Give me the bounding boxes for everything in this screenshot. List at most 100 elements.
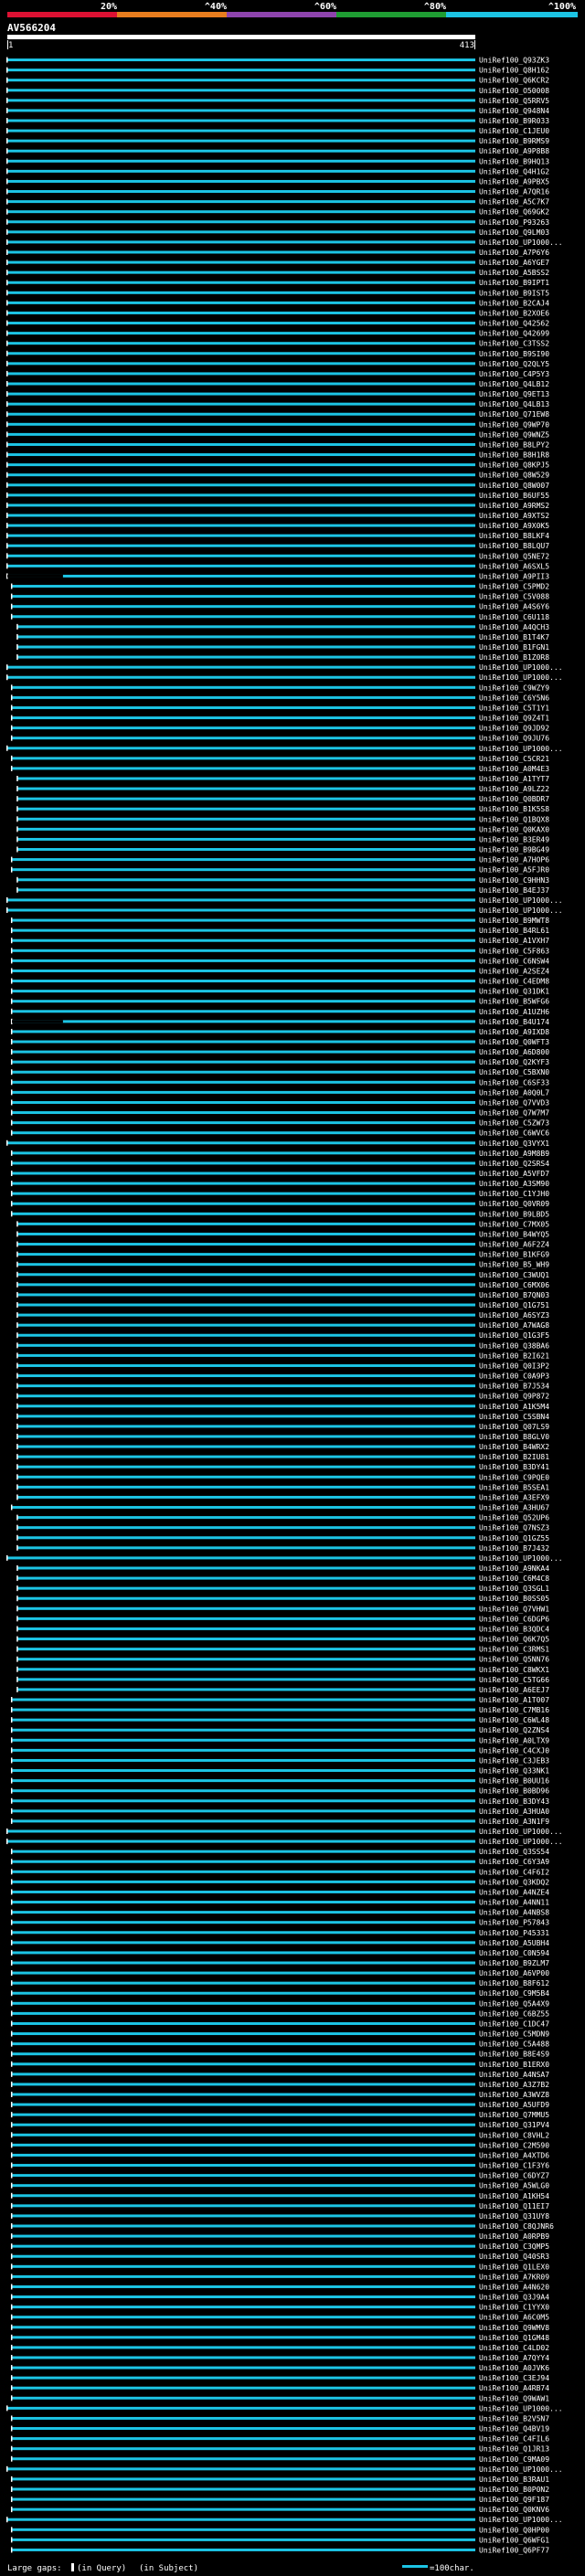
hit-bar[interactable]: [7, 1556, 475, 1560]
hit-row[interactable]: UniRef100_C3QMP5: [10, 2242, 549, 2251]
hit-label[interactable]: UniRef100_P57843: [479, 1919, 549, 1927]
hit-bar[interactable]: [17, 1495, 475, 1499]
hit-label[interactable]: UniRef100_A6YGE7: [479, 259, 549, 267]
hit-bar[interactable]: [11, 1880, 475, 1883]
hit-row[interactable]: UniRef100_Q3VYX1: [6, 1140, 549, 1148]
hit-bar[interactable]: [17, 625, 475, 629]
hit-label[interactable]: UniRef100_C8WKX1: [479, 1666, 549, 1674]
hit-row[interactable]: UniRef100_B0BD96: [10, 1787, 549, 1796]
hit-label[interactable]: UniRef100_C6WL48: [479, 1716, 549, 1724]
hit-row[interactable]: UniRef100_Q1G751: [16, 1301, 549, 1309]
hit-row[interactable]: UniRef100_A9RMS2: [6, 502, 549, 510]
hit-bar[interactable]: [7, 2467, 475, 2471]
hit-label[interactable]: UniRef100_B8F612: [479, 1979, 549, 1988]
hit-row[interactable]: UniRef100_Q07LS9: [16, 1423, 549, 1431]
hit-row[interactable]: UniRef100_B3RAU1: [10, 2475, 549, 2484]
hit-row[interactable]: UniRef100_C6DGP6: [16, 1615, 549, 1623]
hit-bar[interactable]: [7, 149, 475, 153]
hit-label[interactable]: UniRef100_O50008: [479, 87, 549, 95]
hit-row[interactable]: UniRef100_C6WL48: [10, 1716, 549, 1724]
hit-label[interactable]: UniRef100_A0Q0L7: [479, 1088, 549, 1097]
hit-label[interactable]: UniRef100_Q0KNV6: [479, 2506, 549, 2514]
hit-label[interactable]: UniRef100_B2IU81: [479, 1453, 549, 1461]
hit-label[interactable]: UniRef100_C5ZW73: [479, 1119, 549, 1128]
hit-bar[interactable]: [11, 918, 475, 922]
hit-row[interactable]: UniRef100_B3DY41: [16, 1463, 549, 1471]
hit-label[interactable]: UniRef100_B8GLV0: [479, 1433, 549, 1441]
hit-label[interactable]: UniRef100_B9R033: [479, 117, 549, 125]
hit-row[interactable]: UniRef100_B2I621: [16, 1352, 549, 1360]
hit-label[interactable]: UniRef100_C4FIL6: [479, 2435, 549, 2443]
hit-row[interactable]: UniRef100_A9IXD8: [10, 1028, 549, 1036]
hit-row[interactable]: UniRef100_A3N1F9: [10, 1818, 549, 1826]
hit-row[interactable]: UniRef100_A5BSS2: [6, 269, 549, 277]
hit-bar[interactable]: [7, 453, 475, 457]
hit-row[interactable]: UniRef100_A0LTX9: [10, 1736, 549, 1744]
hit-row[interactable]: UniRef100_Q7NSZ3: [16, 1524, 549, 1532]
hit-bar[interactable]: [17, 1293, 475, 1297]
hit-row[interactable]: UniRef100_Q1G3F5: [16, 1331, 549, 1340]
hit-row[interactable]: UniRef100_A4S6Y6: [10, 603, 549, 611]
hit-row[interactable]: UniRef100_Q0WFT3: [10, 1038, 549, 1046]
hit-bar[interactable]: [11, 2264, 475, 2268]
hit-bar[interactable]: [11, 1708, 475, 1712]
hit-row[interactable]: UniRef100_B9ZLM7: [10, 1959, 549, 1967]
hit-label[interactable]: UniRef100_C5PMD2: [479, 583, 549, 591]
hit-bar[interactable]: [11, 2548, 475, 2551]
hit-bar[interactable]: [11, 2326, 475, 2329]
hit-row[interactable]: UniRef100_C5MDN9: [10, 2030, 549, 2039]
hit-bar[interactable]: [17, 1384, 475, 1388]
hit-label[interactable]: UniRef100_A2SEZ4: [479, 967, 549, 975]
hit-bar[interactable]: [11, 2194, 475, 2198]
hit-label[interactable]: UniRef100_C1DC47: [479, 2019, 549, 2028]
hit-row[interactable]: UniRef100_UP1000...: [6, 745, 563, 753]
hit-bar[interactable]: [17, 1668, 475, 1671]
hit-bar[interactable]: [17, 797, 475, 800]
hit-bar[interactable]: [7, 79, 475, 82]
hit-row[interactable]: UniRef100_UP1000...: [6, 239, 563, 247]
hit-bar[interactable]: [17, 1648, 475, 1651]
hit-row[interactable]: UniRef100_A1UZH6: [10, 1008, 549, 1016]
hit-row[interactable]: UniRef100_C8QJNR6: [10, 2222, 554, 2231]
hit-bar[interactable]: [17, 807, 475, 811]
hit-label[interactable]: UniRef100_A4NZE4: [479, 1888, 549, 1896]
hit-row[interactable]: UniRef100_A3WVZ8: [10, 2091, 549, 2099]
hit-bar[interactable]: [7, 534, 475, 537]
hit-bar[interactable]: [11, 938, 475, 942]
hit-bar[interactable]: [11, 2143, 475, 2147]
hit-bar[interactable]: [17, 1333, 475, 1337]
hit-bar[interactable]: [11, 2497, 475, 2501]
hit-label[interactable]: UniRef100_A9PBX5: [479, 177, 549, 186]
hit-bar[interactable]: [11, 2133, 475, 2136]
hit-bar[interactable]: [11, 1080, 475, 1084]
hit-label[interactable]: UniRef100_Q31PV4: [479, 2121, 549, 2129]
hit-row[interactable]: UniRef100_UP1000...: [6, 2465, 563, 2474]
hit-row[interactable]: UniRef100_A5WLG0: [10, 2182, 549, 2190]
hit-row[interactable]: UniRef100_A9M8B9: [10, 1150, 549, 1158]
hit-bar[interactable]: [11, 858, 475, 862]
hit-row[interactable]: UniRef100_C3EJ94: [10, 2374, 549, 2382]
hit-label[interactable]: UniRef100_C9PQE0: [479, 1473, 549, 1481]
hit-bar[interactable]: [11, 1971, 475, 1975]
hit-label[interactable]: UniRef100_A0RPB9: [479, 2232, 549, 2241]
hit-label[interactable]: UniRef100_C4P5Y3: [479, 370, 549, 378]
hit-bar[interactable]: [17, 1465, 475, 1468]
hit-bar[interactable]: [7, 119, 475, 122]
hit-label[interactable]: UniRef100_A4NN11: [479, 1899, 549, 1907]
hit-row[interactable]: UniRef100_Q0KNV6: [10, 2506, 549, 2514]
hit-bar[interactable]: [11, 2204, 475, 2208]
hit-row[interactable]: UniRef100_C8WKX1: [16, 1666, 549, 1674]
hit-label[interactable]: UniRef100_A6SYZ3: [479, 1311, 549, 1320]
hit-row[interactable]: UniRef100_A3SM90: [10, 1180, 549, 1188]
hit-bar[interactable]: [11, 2528, 475, 2531]
hit-row[interactable]: UniRef100_B5_WH9: [16, 1261, 549, 1269]
hit-label[interactable]: UniRef100_B5SEA1: [479, 1483, 549, 1491]
hit-bar[interactable]: [7, 1829, 475, 1833]
hit-row[interactable]: UniRef100_Q948N4: [6, 107, 549, 115]
hit-bar[interactable]: [7, 240, 475, 244]
hit-label[interactable]: UniRef100_Q7MMU5: [479, 2111, 549, 2119]
hit-bar[interactable]: [11, 726, 475, 730]
hit-row[interactable]: UniRef100_A6C0M5: [10, 2314, 549, 2322]
hit-bar[interactable]: [7, 2518, 475, 2521]
hit-bar[interactable]: [11, 1860, 475, 1863]
